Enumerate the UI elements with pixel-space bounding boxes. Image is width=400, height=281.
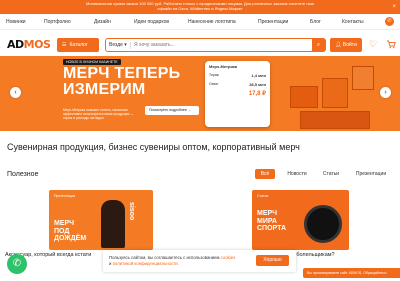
gift-box-image — [322, 78, 348, 108]
search-icon[interactable]: ⌕ — [311, 37, 326, 52]
menu-item-gift-ideas[interactable]: Идеи подарков — [134, 19, 169, 25]
brand-logo: sisoo — [128, 202, 135, 221]
card-headline: МЕРЧ ПОД ДОЖДЁМ — [54, 220, 87, 242]
gift-box-image — [352, 66, 374, 90]
login-label: Войти — [342, 42, 357, 48]
phone-icon[interactable]: ✆ — [7, 254, 27, 274]
tab-articles[interactable]: Статьи — [318, 169, 344, 179]
cookies-link[interactable]: cookies — [221, 255, 236, 260]
search-scope-value: Везде — [109, 42, 123, 48]
metric-price: 17,8 ₽ — [248, 91, 266, 97]
menu-item-blog[interactable]: Блог — [310, 19, 321, 25]
card-label: Статьи — [257, 194, 269, 198]
hero-banner[interactable]: НОВОЕ В ЛИЧНОМ КАБИНЕТЕ МЕРЧ ТЕПЕРЬ ИЗМЕ… — [0, 56, 400, 131]
banner-details-label: Посмотреть подробнее — [149, 108, 187, 112]
menu-item-design[interactable]: Дизайн — [94, 19, 111, 25]
banner-headline-line1: МЕРЧ ТЕПЕРЬ — [63, 65, 181, 82]
notice-bar[interactable]: Вы просматриваете сайт ADMOS, Обращайтес… — [303, 268, 400, 278]
menu-item-new[interactable]: Новинки — [6, 19, 26, 25]
umbrella-person-image — [101, 200, 125, 248]
menu-icon: ☰ — [62, 42, 67, 48]
catalog-label: Каталог — [69, 42, 88, 48]
menu-item-contacts[interactable]: Контакты — [342, 19, 364, 25]
banner-details-button[interactable]: Посмотреть подробнее → — [145, 106, 199, 115]
logo-part-mos: MOS — [23, 38, 51, 51]
banner-headline-line2: ИЗМЕРИМ — [63, 81, 146, 98]
page-title: Сувенирная продукция, бизнес сувениры оп… — [7, 142, 300, 152]
menu-item-logo-printing[interactable]: Нанесение логотипа — [188, 19, 236, 25]
phone-icon[interactable]: ✆ — [385, 17, 394, 26]
banner-prev-button[interactable]: ‹ — [10, 87, 21, 98]
gift-box-image — [290, 86, 318, 108]
useful-section-title: Полезное — [7, 171, 39, 178]
privacy-policy-link[interactable]: политикой конфиденциальности. — [113, 261, 179, 266]
heart-icon[interactable]: ♡ — [369, 39, 377, 49]
cookie-text: Пользуясь сайтом, вы соглашаетесь с испо… — [109, 255, 220, 260]
top-promo-bar: Минимальная сумма заказа 100 000 руб. Ра… — [0, 0, 400, 14]
card-label: Презентация — [54, 194, 76, 198]
cookie-banner: Пользуясь сайтом, вы соглашаетесь с испо… — [103, 250, 296, 272]
menu-item-portfolio[interactable]: Портфолио — [44, 19, 71, 25]
tab-news[interactable]: Новости — [283, 169, 311, 179]
metric-value: 28,5 млн — [249, 82, 266, 87]
close-icon[interactable]: × — [392, 4, 396, 10]
card-headline: МЕРЧ МИРА СПОРТА — [257, 210, 286, 232]
banner-description: Мерч-Метрика поможет понять, насколько э… — [63, 108, 134, 120]
gift-box-image — [300, 111, 370, 129]
cookie-and: и — [109, 260, 112, 266]
search-scope-select[interactable]: Везде ▾ — [109, 42, 131, 49]
article-card[interactable]: Презентация МЕРЧ ПОД ДОЖДЁМ sisoo — [49, 190, 153, 250]
search-input[interactable] — [134, 41, 304, 49]
catalog-button[interactable]: ☰ Каталог — [57, 38, 99, 52]
article-card[interactable]: Статьи МЕРЧ МИРА СПОРТА — [252, 190, 349, 250]
metrics-card: Мерч-Метрика Тираж 1,4 млн Охват 28,5 млн … — [205, 61, 270, 127]
tab-presentations[interactable]: Презентации — [351, 169, 391, 179]
cookie-accept-button[interactable]: Хорошо — [256, 255, 289, 266]
metrics-card-title: Мерч-Метрика — [209, 64, 238, 69]
user-icon: 👤︎ — [335, 42, 342, 48]
top-menu: Новинки Портфолио Дизайн Идеи подарков Н… — [0, 14, 400, 30]
medal-box-image — [304, 205, 342, 243]
metric-value: 1,4 млн — [251, 73, 266, 78]
search-bar: Везде ▾ ⌕ — [105, 37, 326, 52]
cart-icon[interactable] — [386, 39, 396, 51]
menu-item-presentations[interactable]: Презентации — [258, 19, 288, 25]
banner-next-button[interactable]: › — [380, 87, 391, 98]
promo-text-line2: офлайн на Ozon, Wildberries и Яндекс.Мар… — [157, 5, 243, 11]
logo-part-ad: AD — [7, 38, 24, 51]
banner-headline: МЕРЧ ТЕПЕРЬ ИЗМЕРИМ — [63, 66, 180, 98]
login-button[interactable]: 👤︎ Войти — [330, 38, 362, 52]
metric-label: Охват — [209, 82, 219, 86]
metric-label: Тираж — [209, 73, 219, 77]
tab-all[interactable]: Всё — [255, 169, 275, 179]
logo[interactable]: ADMOS — [7, 38, 51, 51]
